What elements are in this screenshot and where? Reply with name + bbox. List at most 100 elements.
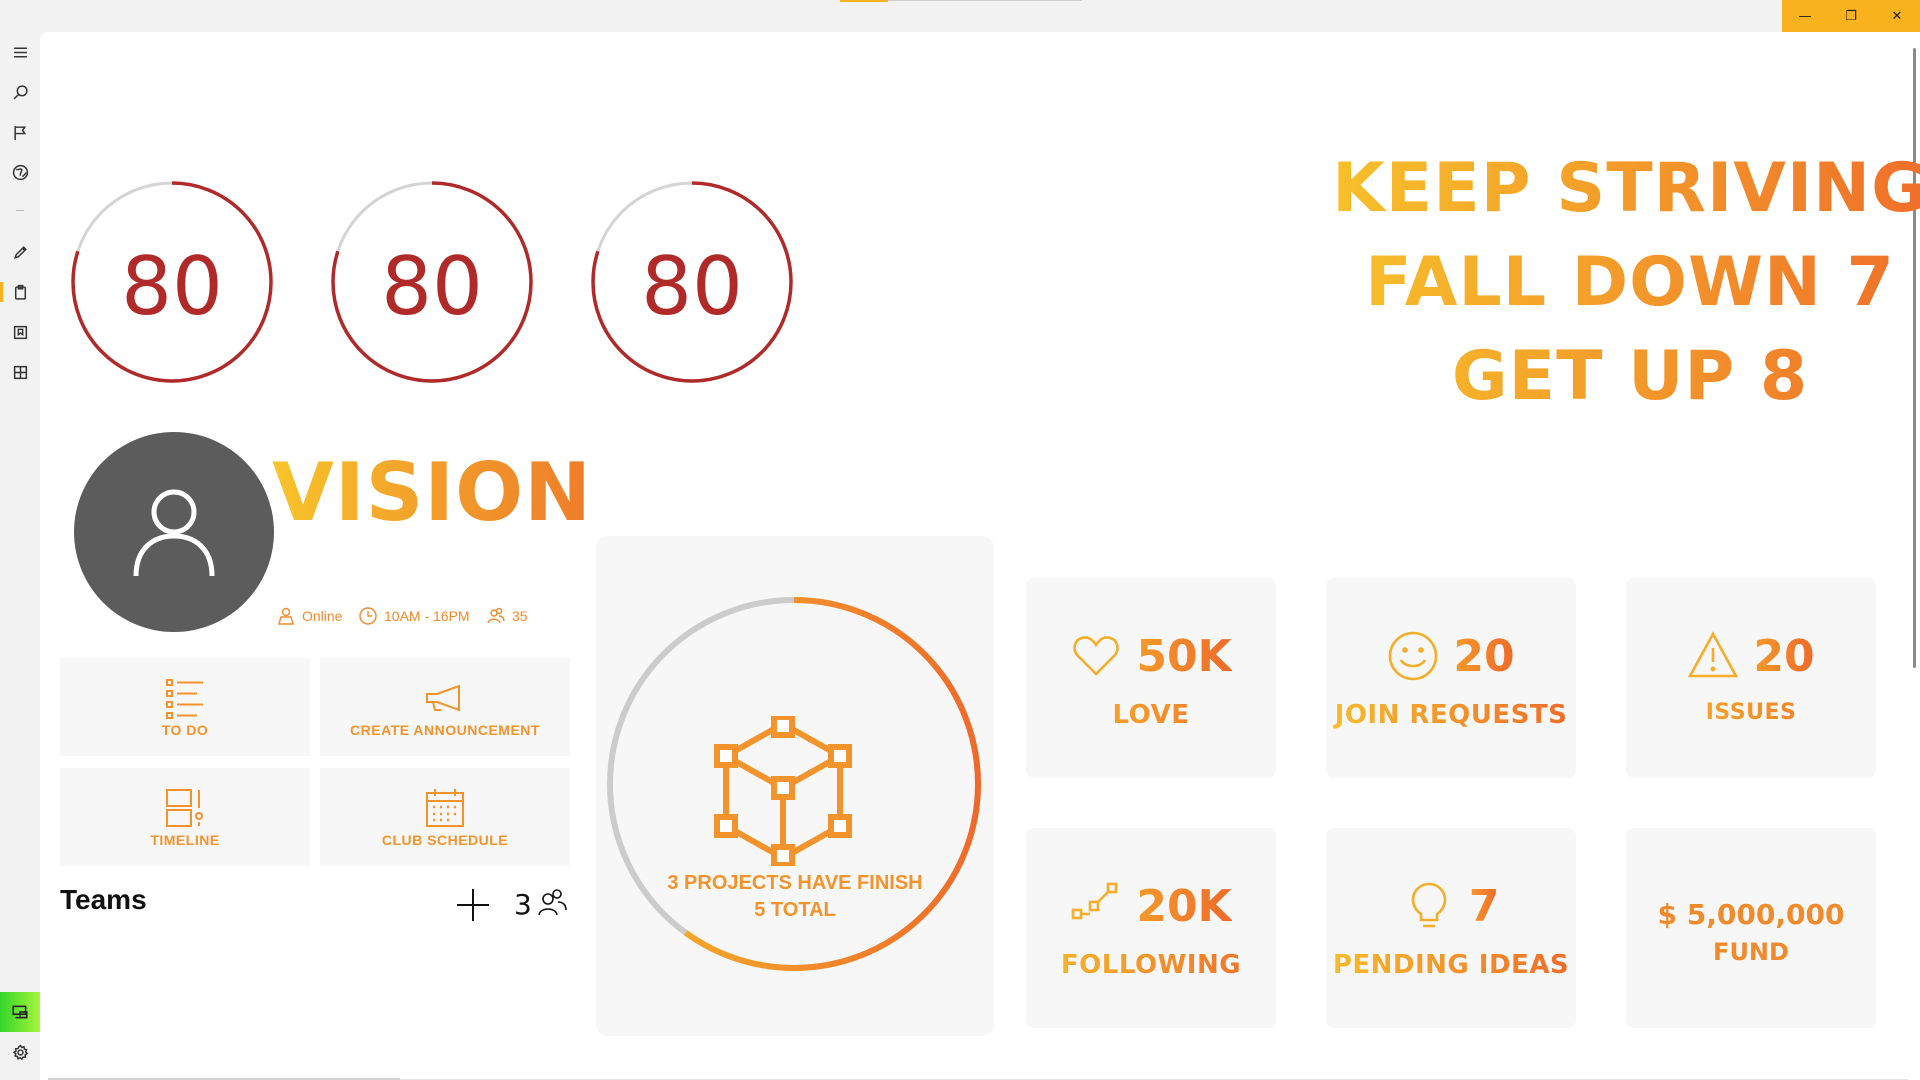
minimize-button[interactable]: —	[1782, 0, 1828, 32]
issues-label: ISSUES	[1626, 700, 1876, 725]
rail-settings-button[interactable]	[0, 1032, 40, 1072]
rail-globe-button[interactable]	[0, 152, 40, 192]
title-track-line	[888, 0, 1082, 1]
rail-menu-button[interactable]	[0, 32, 40, 72]
following-value: 20K	[1136, 880, 1232, 932]
hours-text: 10AM - 16PM	[384, 608, 470, 624]
device-icon	[12, 1005, 28, 1019]
warning-icon	[1688, 631, 1739, 678]
timeline-icon	[166, 789, 203, 827]
flag-icon	[13, 125, 26, 140]
quote-line-2: FALL DOWN 7	[1300, 236, 1920, 330]
bookmark-icon	[13, 325, 27, 339]
calendar-icon	[426, 789, 464, 827]
pending-ideas-label: PENDING IDEAS	[1326, 950, 1576, 980]
projects-panel: 3 PROJECTS HAVE FINISH 5 TOTAL	[596, 536, 994, 1036]
app-window: — ❐ ✕ 80 80 80 KEEP STRIVING FALL DOWN 7…	[0, 0, 1920, 1080]
gear-icon	[12, 1044, 28, 1060]
create-announcement-button[interactable]: CREATE ANNOUNCEMENT	[320, 658, 570, 756]
progress-ring-1: 80	[70, 180, 274, 384]
members-meta: 35	[486, 606, 528, 626]
members-count: 35	[512, 608, 528, 624]
plus-icon	[457, 889, 489, 921]
rail-device-button[interactable]	[0, 992, 40, 1032]
smiley-icon	[1389, 631, 1438, 681]
timeline-label: TIMELINE	[150, 832, 220, 848]
todo-label: TO DO	[161, 722, 209, 738]
ring-value: 80	[381, 239, 483, 333]
issues-value: 20	[1753, 630, 1815, 682]
rail-grid-button[interactable]	[0, 352, 40, 392]
pending-ideas-value: 7	[1468, 880, 1500, 932]
rail-clipboard-button[interactable]	[0, 272, 40, 312]
create-announcement-label: CREATE ANNOUNCEMENT	[350, 722, 540, 738]
caption-buttons: — ❐ ✕	[1782, 0, 1920, 32]
megaphone-icon	[426, 684, 460, 712]
join-requests-row: 20	[1326, 630, 1576, 682]
love-row: 50K	[1026, 630, 1276, 682]
rail-search-button[interactable]	[0, 72, 40, 112]
club-schedule-button[interactable]: CLUB SCHEDULE	[320, 768, 570, 866]
clipboard-icon	[14, 284, 26, 300]
pencil-icon	[13, 245, 27, 259]
globe-icon	[12, 164, 28, 180]
clock-icon	[359, 607, 377, 625]
status-meta: Online	[276, 606, 342, 626]
following-row: 20K	[1026, 880, 1276, 932]
projects-summary: 3 PROJECTS HAVE FINISH 5 TOTAL	[596, 870, 994, 924]
ring-value: 80	[641, 239, 743, 333]
user-icon	[133, 489, 215, 577]
progress-ring-3: 80	[590, 180, 794, 384]
cube-network-icon	[714, 716, 852, 866]
motivational-quote: KEEP STRIVING FALL DOWN 7 GET UP 8	[1300, 142, 1920, 424]
checklist-icon	[166, 679, 203, 719]
pending-ideas-row: 7	[1326, 880, 1576, 932]
progress-ring-2: 80	[330, 180, 534, 384]
club-title: VISION	[272, 446, 593, 539]
join-requests-value: 20	[1453, 630, 1515, 682]
following-card[interactable]: 20K FOLLOWING	[1026, 828, 1276, 1028]
left-rail	[0, 32, 40, 1080]
grid-icon	[13, 365, 27, 379]
rail-flag-button[interactable]	[0, 112, 40, 152]
pending-ideas-card[interactable]: 7 PENDING IDEAS	[1326, 828, 1576, 1028]
main-content: 80 80 80 KEEP STRIVING FALL DOWN 7 GET U…	[40, 32, 1920, 1080]
club-schedule-label: CLUB SCHEDULE	[381, 832, 509, 848]
restore-button[interactable]: ❐	[1828, 0, 1874, 32]
fund-label: FUND	[1713, 938, 1789, 966]
lightbulb-icon	[1411, 882, 1446, 928]
rail-bookmark-button[interactable]	[0, 312, 40, 352]
teams-heading: Teams	[60, 884, 147, 915]
issues-card[interactable]: 20 ISSUES	[1626, 578, 1876, 778]
projects-total-text: 5 TOTAL	[754, 899, 836, 921]
quote-line-1: KEEP STRIVING	[1300, 142, 1920, 236]
love-card[interactable]: 50K LOVE	[1026, 578, 1276, 778]
following-label: FOLLOWING	[1026, 950, 1276, 980]
fund-value: $ 5,000,000	[1657, 898, 1845, 931]
timeline-button[interactable]: TIMELINE	[60, 768, 310, 866]
people-icon	[487, 607, 505, 624]
rail-separator	[16, 210, 24, 211]
hamburger-icon	[13, 47, 27, 57]
ring-value: 80	[121, 239, 223, 333]
love-value: 50K	[1136, 630, 1232, 682]
status-text: Online	[302, 608, 343, 624]
title-bar: — ❐ ✕	[0, 0, 1920, 32]
issues-row: 20	[1626, 630, 1876, 682]
teams-people-icon	[536, 886, 568, 918]
heart-icon	[1073, 636, 1120, 676]
fund-card[interactable]: $ 5,000,000 FUND	[1626, 828, 1876, 1028]
rail-edit-button[interactable]	[0, 232, 40, 272]
avatar[interactable]	[74, 432, 274, 632]
todo-button[interactable]: TO DO	[60, 658, 310, 756]
teams-count: 3	[514, 888, 532, 921]
projects-finished-text: 3 PROJECTS HAVE FINISH	[667, 872, 923, 894]
trend-icon	[1072, 882, 1118, 920]
search-icon	[13, 84, 28, 99]
title-accent-bar	[840, 0, 888, 2]
add-team-button[interactable]	[452, 884, 494, 926]
join-requests-card[interactable]: 20 JOIN REQUESTS	[1326, 578, 1576, 778]
close-button[interactable]: ✕	[1874, 0, 1920, 32]
love-label: LOVE	[1026, 700, 1276, 730]
hours-meta: 10AM - 16PM	[358, 606, 470, 626]
